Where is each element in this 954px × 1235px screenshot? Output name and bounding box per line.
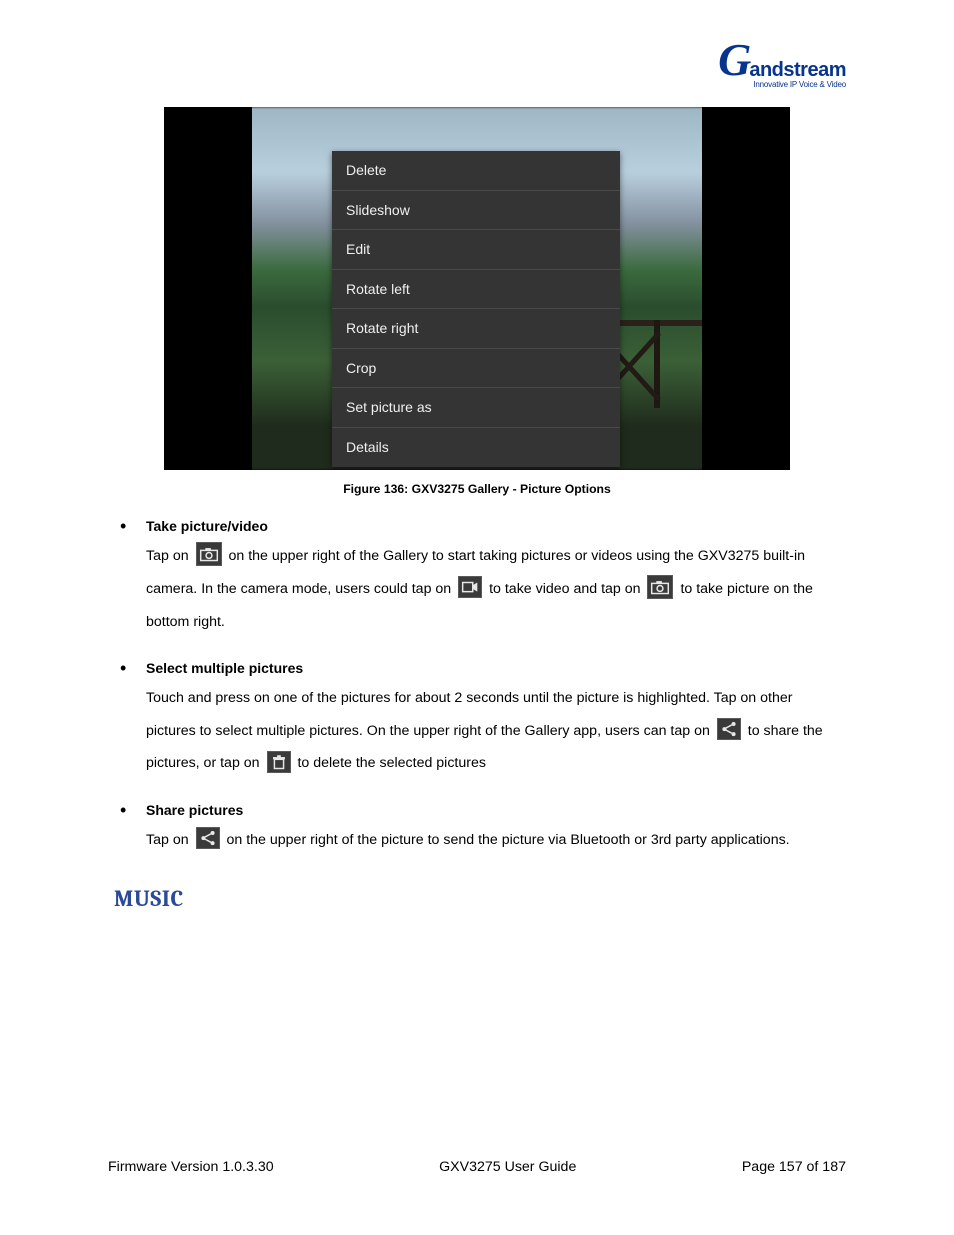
bullet-select-multiple: Select multiple pictures Touch and press…: [114, 660, 846, 780]
footer-firmware: Firmware Version 1.0.3.30: [108, 1159, 274, 1175]
menu-item-rotate-left[interactable]: Rotate left: [332, 270, 620, 310]
section-heading-music: MUSIC: [114, 885, 846, 912]
camera-icon: [647, 575, 673, 599]
menu-item-crop[interactable]: Crop: [332, 349, 620, 389]
logo-name: andstream: [749, 59, 846, 82]
bullet-heading: Take picture/video: [146, 518, 846, 534]
gallery-screenshot: Delete Slideshow Edit Rotate left Rotate…: [164, 107, 790, 470]
context-menu: Delete Slideshow Edit Rotate left Rotate…: [332, 151, 620, 467]
body-text: Tap on: [146, 548, 193, 564]
bullet-share-pictures: Share pictures Tap on on the upper right…: [114, 802, 846, 857]
page-footer: Firmware Version 1.0.3.30 GXV3275 User G…: [108, 1159, 846, 1175]
menu-item-rotate-right[interactable]: Rotate right: [332, 309, 620, 349]
footer-title: GXV3275 User Guide: [439, 1159, 576, 1175]
video-icon: [458, 576, 482, 598]
menu-item-set-picture-as[interactable]: Set picture as: [332, 388, 620, 428]
menu-item-delete[interactable]: Delete: [332, 151, 620, 191]
body-text: to take video and tap on: [489, 581, 644, 597]
body-text: Tap on: [146, 832, 193, 848]
camera-icon: [196, 542, 222, 566]
footer-page: Page 157 of 187: [742, 1159, 846, 1175]
body-text: to delete the selected pictures: [297, 755, 486, 771]
share-icon: [196, 827, 220, 849]
logo-letter: G: [718, 44, 751, 76]
body-text: Touch and press on one of the pictures f…: [146, 690, 792, 739]
brand-logo: G andstream Innovative IP Voice & Video: [108, 50, 846, 89]
figure-caption: Figure 136: GXV3275 Gallery - Picture Op…: [108, 482, 846, 496]
bullet-heading: Select multiple pictures: [146, 660, 846, 676]
trash-icon: [267, 751, 291, 773]
menu-item-slideshow[interactable]: Slideshow: [332, 191, 620, 231]
menu-item-details[interactable]: Details: [332, 428, 620, 468]
menu-item-edit[interactable]: Edit: [332, 230, 620, 270]
bullet-take-picture: Take picture/video Tap on on the upper r…: [114, 518, 846, 638]
body-text: on the upper right of the picture to sen…: [227, 832, 790, 848]
share-icon: [717, 718, 741, 740]
bullet-heading: Share pictures: [146, 802, 846, 818]
